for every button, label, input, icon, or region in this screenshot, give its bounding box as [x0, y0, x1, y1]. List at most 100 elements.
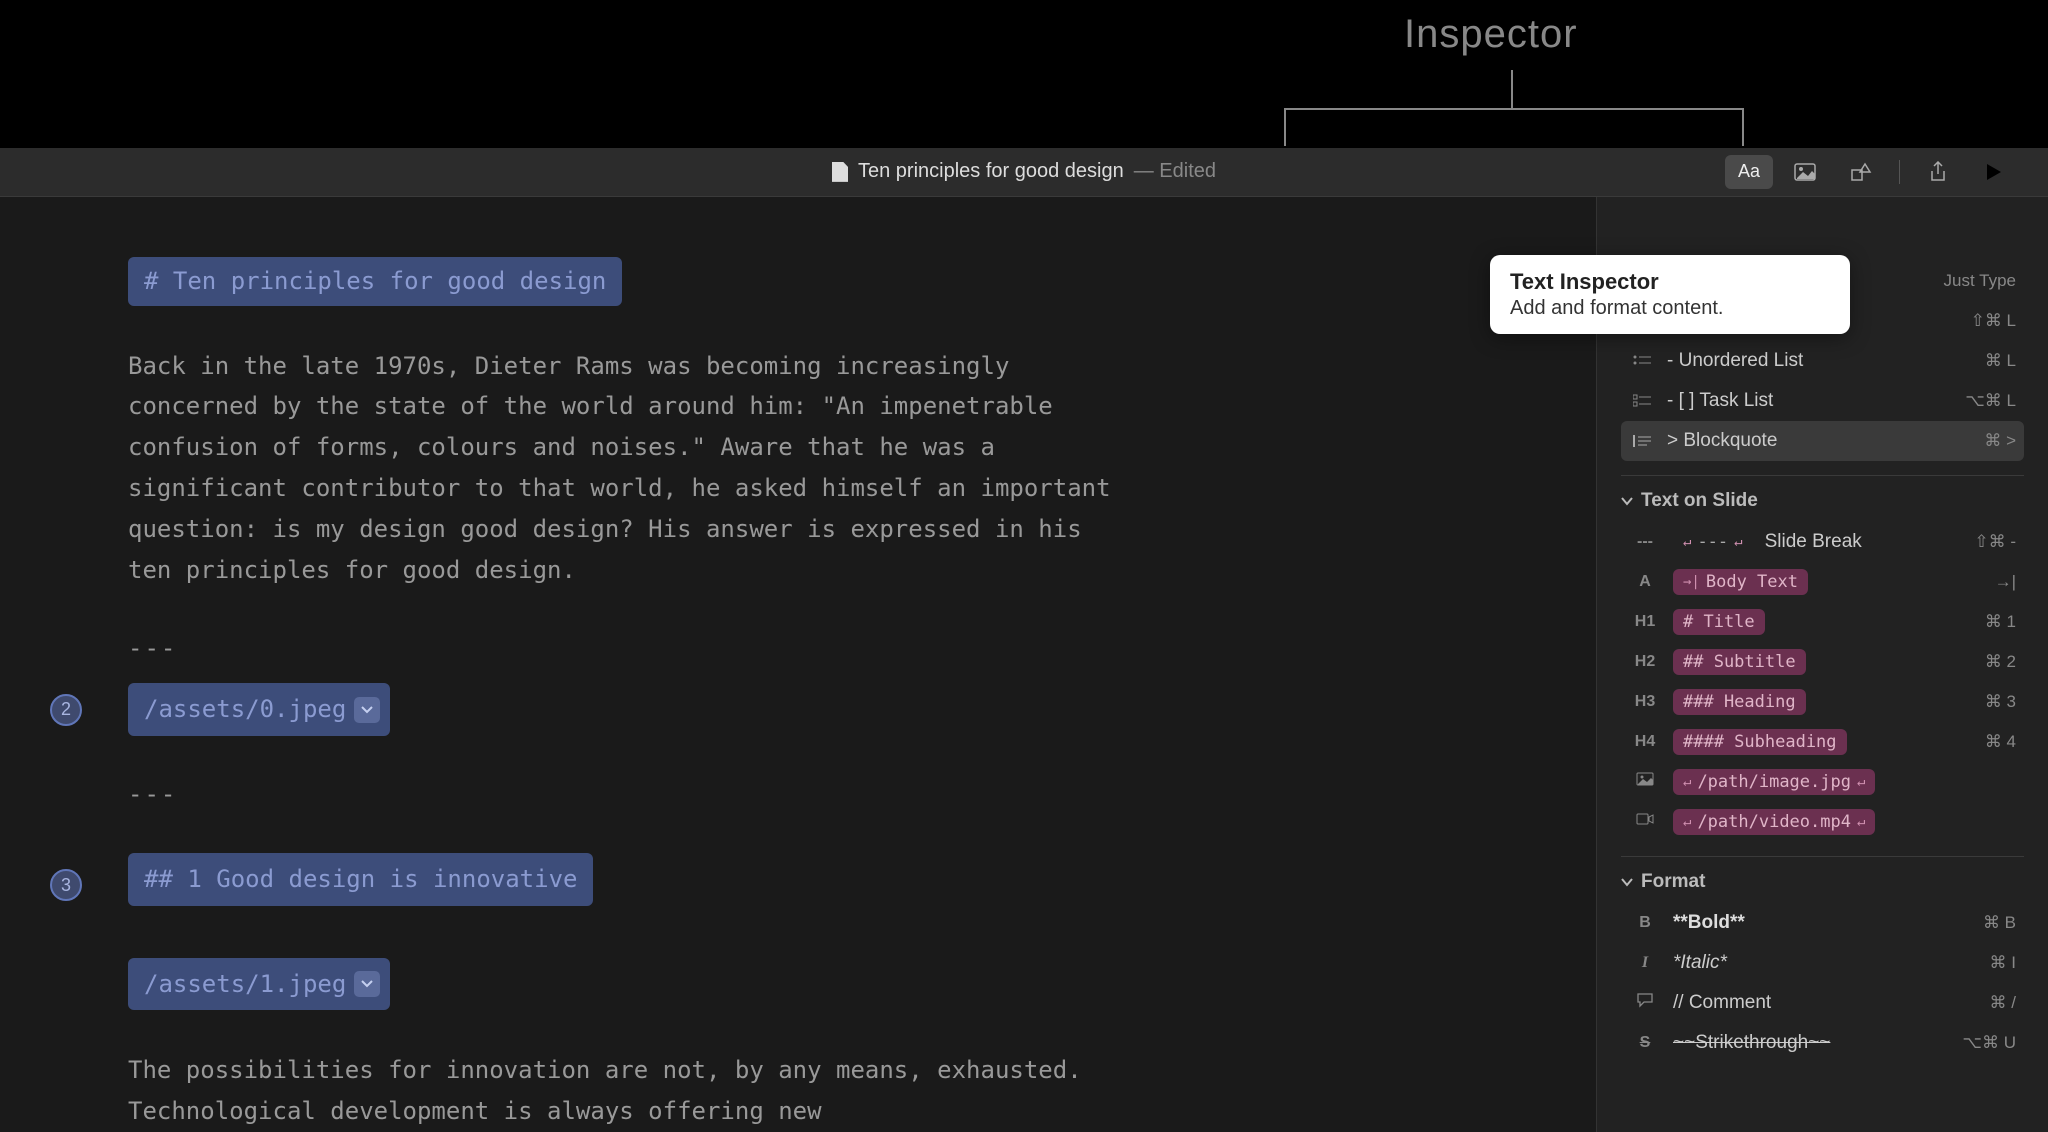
unordered-list-item[interactable]: - Unordered List ⌘ L: [1621, 341, 2024, 381]
item-pill: ↵/path/image.jpg↵: [1673, 769, 1875, 795]
play-icon: [1986, 163, 2002, 181]
annotation-connector: [1511, 70, 1513, 110]
item-shortcut: ⌘ 3: [1985, 692, 2016, 712]
inspector-separator: [1621, 856, 2024, 857]
item-label: Slide Break: [1765, 531, 1963, 553]
blockquote-icon: [1629, 434, 1655, 448]
slide-break-item[interactable]: --- ↵---↵ Slide Break ⇧⌘ -: [1621, 522, 2024, 562]
share-button[interactable]: [1914, 155, 1962, 189]
task-list-item[interactable]: - [ ] Task List ⌥⌘ L: [1621, 381, 2024, 421]
item-pill: ### Heading: [1673, 689, 1806, 715]
titlebar: Ten principles for good design — Edited …: [0, 148, 2048, 197]
item-shortcut: ⌘ /: [1990, 993, 2016, 1013]
item-shortcut: ⌘ 2: [1985, 652, 2016, 672]
item-pill: ## Subtitle: [1673, 649, 1806, 675]
asset-path-1: /assets/1.jpeg: [144, 964, 346, 1005]
image-inspector-button[interactable]: [1781, 155, 1829, 189]
item-shortcut: ⌥⌘ U: [1962, 1033, 2016, 1053]
asset-pill-0[interactable]: /assets/0.jpeg: [128, 683, 390, 736]
item-shortcut: ⌘ 4: [1985, 732, 2016, 752]
slide-badge-2: 2: [50, 694, 82, 726]
body-text-item[interactable]: A →|Body Text →|: [1621, 562, 2024, 602]
editor-paragraph-1[interactable]: Back in the late 1970s, Dieter Rams was …: [128, 346, 1138, 591]
design-inspector-button[interactable]: [1837, 155, 1885, 189]
body-area: Text Inspector Add and format content. #…: [0, 197, 2048, 1132]
leading-glyph: H2: [1629, 653, 1661, 671]
item-shortcut: ⌘ L: [1985, 351, 2016, 371]
annotation-target-box: [1284, 108, 1744, 146]
comment-icon: [1629, 992, 1661, 1013]
chevron-down-icon: [1621, 496, 1633, 506]
item-label: - [ ] Task List: [1667, 390, 1953, 412]
section-format[interactable]: Format: [1621, 871, 2024, 893]
leading-glyph: B: [1629, 914, 1661, 932]
tooltip-title: Text Inspector: [1510, 269, 1830, 295]
section-text-on-slide[interactable]: Text on Slide: [1621, 490, 2024, 512]
editor-divider-2[interactable]: ---: [128, 774, 1138, 815]
editor-h2-text: ## 1 Good design is innovative: [144, 865, 577, 893]
chevron-down-icon: [361, 980, 373, 988]
item-pill: →|Body Text: [1673, 569, 1808, 595]
item-pill: ↵/path/video.mp4↵: [1673, 809, 1875, 835]
bold-item[interactable]: B **Bold** ⌘ B: [1621, 903, 2024, 943]
edited-indicator: — Edited: [1134, 160, 1216, 183]
video-path-item[interactable]: ↵/path/video.mp4↵: [1621, 802, 2024, 842]
asset-row-1[interactable]: /assets/1.jpeg: [128, 958, 1138, 1011]
text-aa-icon: Aa: [1738, 161, 1760, 182]
toolbar-right: Aa: [1725, 155, 2018, 189]
leading-glyph: S: [1629, 1034, 1661, 1052]
editor-paragraph-2[interactable]: The possibilities for innovation are not…: [128, 1050, 1138, 1132]
editor[interactable]: # Ten principles for good design Back in…: [0, 197, 1596, 1132]
item-shortcut: ⌘ B: [1983, 913, 2016, 933]
asset-expand-1[interactable]: [354, 971, 380, 997]
editor-h1[interactable]: # Ten principles for good design: [128, 257, 622, 306]
tooltip-subtitle: Add and format content.: [1510, 297, 1830, 320]
section-label: Format: [1641, 871, 1705, 893]
toolbar-separator: [1899, 160, 1900, 184]
document-title: Ten principles for good design: [858, 160, 1124, 183]
asset-row-0[interactable]: 2 /assets/0.jpeg: [128, 683, 1138, 736]
document-icon: [832, 162, 848, 182]
asset-path-0: /assets/0.jpeg: [144, 689, 346, 730]
item-shortcut: Just Type: [1944, 271, 2016, 291]
document-title-area: Ten principles for good design — Edited: [832, 160, 1216, 183]
title-item[interactable]: H1 # Title ⌘ 1: [1621, 602, 2024, 642]
inspector-separator: [1621, 475, 2024, 476]
italic-item[interactable]: I *Italic* ⌘ I: [1621, 943, 2024, 983]
item-shortcut: ⇧⌘ L: [1971, 311, 2016, 331]
share-icon: [1929, 161, 1947, 183]
leading-glyph: H4: [1629, 733, 1661, 751]
item-pill: #### Subheading: [1673, 729, 1847, 755]
comment-item[interactable]: // Comment ⌘ /: [1621, 983, 2024, 1023]
item-shortcut: ⌥⌘ L: [1965, 391, 2016, 411]
shapes-icon: [1850, 162, 1872, 182]
image-path-item[interactable]: ↵/path/image.jpg↵: [1621, 762, 2024, 802]
leading-glyph: H1: [1629, 613, 1661, 631]
blockquote-item[interactable]: > Blockquote ⌘ >: [1621, 421, 2024, 461]
leading-glyph: ---: [1629, 533, 1661, 551]
subtitle-item[interactable]: H2 ## Subtitle ⌘ 2: [1621, 642, 2024, 682]
video-icon: [1629, 812, 1661, 831]
item-label: *Italic*: [1673, 952, 1978, 974]
item-label: **Bold**: [1673, 912, 1971, 934]
slide-badge-3: 3: [50, 869, 82, 901]
play-button[interactable]: [1970, 155, 2018, 189]
heading-item[interactable]: H3 ### Heading ⌘ 3: [1621, 682, 2024, 722]
leading-glyph: H3: [1629, 693, 1661, 711]
leading-glyph: I: [1629, 954, 1661, 972]
editor-h2[interactable]: 3 ## 1 Good design is innovative: [128, 853, 593, 906]
editor-divider-1[interactable]: ---: [128, 628, 1138, 669]
item-shortcut: ⌘ >: [1984, 431, 2016, 451]
image-icon: [1794, 163, 1816, 181]
chevron-down-icon: [361, 706, 373, 714]
item-shortcut: →|: [1995, 572, 2016, 592]
item-label: - Unordered List: [1667, 350, 1973, 372]
strikethrough-item[interactable]: S ~~Strikethrough~~ ⌥⌘ U: [1621, 1023, 2024, 1063]
asset-pill-1[interactable]: /assets/1.jpeg: [128, 958, 390, 1011]
asset-expand-0[interactable]: [354, 697, 380, 723]
subheading-item[interactable]: H4 #### Subheading ⌘ 4: [1621, 722, 2024, 762]
item-shortcut: ⇧⌘ -: [1974, 532, 2016, 552]
item-shortcut: ⌘ 1: [1985, 612, 2016, 632]
item-label: ~~Strikethrough~~: [1673, 1032, 1950, 1054]
text-inspector-button[interactable]: Aa: [1725, 155, 1773, 189]
